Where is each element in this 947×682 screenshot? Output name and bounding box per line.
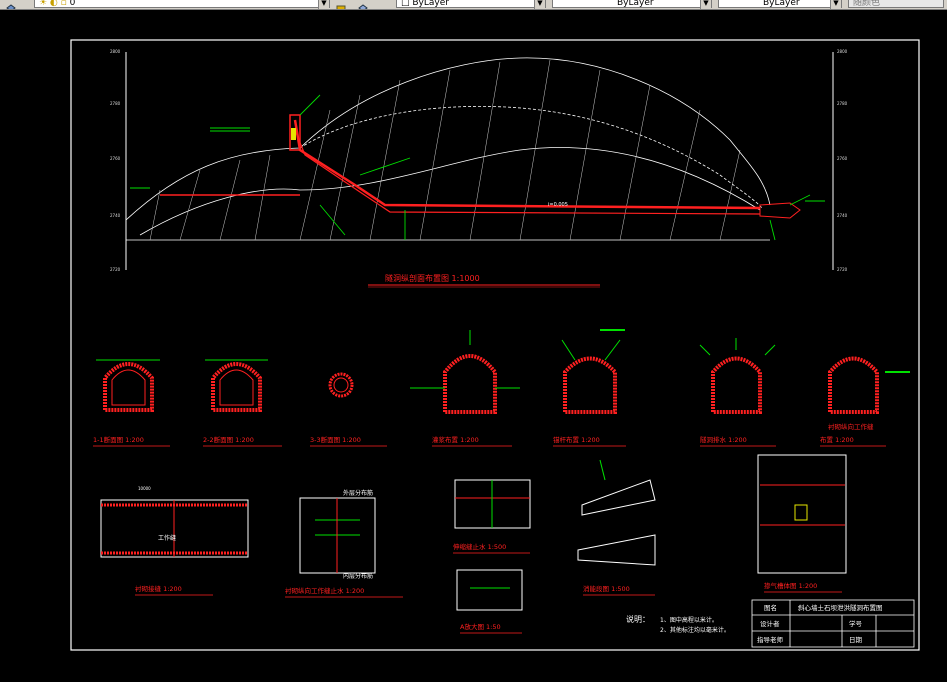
layer-icons: ☀ ◐ ▫ [39,0,70,8]
chevron-down-icon[interactable]: ▼ [534,0,545,9]
elev-tick-label: 2780 [837,101,848,106]
linetype-value: ByLayer [617,0,654,8]
plotstyle-dropdown[interactable]: 随颜色 [848,0,944,8]
designer-label: 设计者 [760,619,780,628]
elev-tick-label: 2760 [110,156,121,161]
inner-label: 外层分布筋 [343,489,373,497]
layer-manager-icon[interactable] [6,0,16,9]
linetype-dropdown[interactable]: ByLayer ▼ [552,0,712,9]
section-title: 灌浆布置 1:200 [432,435,479,444]
section-title: 布置 1:200 [820,435,854,444]
layer-dropdown[interactable]: ☀ ◐ ▫ 0 ▼ [34,0,330,9]
detail-title: A放大图 1:50 [460,622,501,631]
inner-label: 工作缝 [158,534,176,542]
student-id-label: 学号 [849,619,863,628]
detail-title: 掺气槽体图 1:200 [764,581,817,590]
make-layer-current-icon[interactable] [336,0,346,9]
elev-tick-label: 2800 [110,49,121,54]
note-item: 1、图中高程以米计。 [660,616,718,624]
dimension-label: 10000 [138,486,151,491]
elev-tick-label: 2800 [837,49,848,54]
detail-title: 衬砌接缝 1:200 [135,584,182,593]
detail-title: 衬砌纵向工作缝止水 1:200 [285,586,364,595]
layer-value: 0 [69,0,76,8]
note-item: 2、其他标注均以毫米计。 [660,626,730,634]
detail-title: 消能段图 1:500 [583,584,630,593]
properties-toolbar: ☀ ◐ ▫ 0 ▼ □ ByLayer ▼ ByLayer ▼ ByLayer … [0,0,947,10]
lineweight-value: ByLayer [763,0,800,8]
chevron-down-icon[interactable]: ▼ [700,0,711,9]
section-title: 3-3断面图 1:200 [310,435,361,444]
color-value: ByLayer [412,0,449,8]
section-title: 隧洞排水 1:200 [700,435,747,444]
notes-title: 说明： [626,614,650,624]
elev-tick-label: 2760 [837,156,848,161]
drawing-name: 斜心墙土石坝泄洪隧洞布置图 [798,603,883,612]
advisor-label: 指导老师 [757,635,784,644]
section-title: 1-1断面图 1:200 [93,435,144,444]
name-label: 图名 [764,603,777,612]
chevron-down-icon[interactable]: ▼ [830,0,841,9]
elev-tick-label: 2720 [837,267,848,272]
drawing-canvas[interactable]: 2800 2780 2760 2740 2720 2800 2780 2760 … [0,10,947,678]
lineweight-dropdown[interactable]: ByLayer ▼ [718,0,842,9]
section-title: 2-2断面图 1:200 [203,435,254,444]
color-swatch-icon: □ [401,0,413,8]
elev-tick-label: 2740 [837,213,848,218]
detail-title: 伸缩缝止水 1:500 [453,542,506,551]
inner-label: 内层分布筋 [343,572,373,580]
layer-previous-icon[interactable] [358,0,368,9]
section-title: 锚杆布置 1:200 [553,435,600,444]
elev-tick-label: 2740 [110,213,121,218]
chevron-down-icon[interactable]: ▼ [318,0,329,9]
plotstyle-value: 随颜色 [853,0,881,8]
date-label: 日期 [849,636,863,644]
elev-tick-label: 2780 [110,101,121,106]
model-space-background [0,10,947,678]
slope-label: i=0.005 [548,202,568,208]
section-title: 衬砌纵向工作缝 [828,422,874,431]
color-dropdown[interactable]: □ ByLayer ▼ [396,0,546,9]
elev-tick-label: 2720 [110,267,121,272]
main-section-title: 隧洞纵剖面布置图 1:1000 [385,273,480,283]
